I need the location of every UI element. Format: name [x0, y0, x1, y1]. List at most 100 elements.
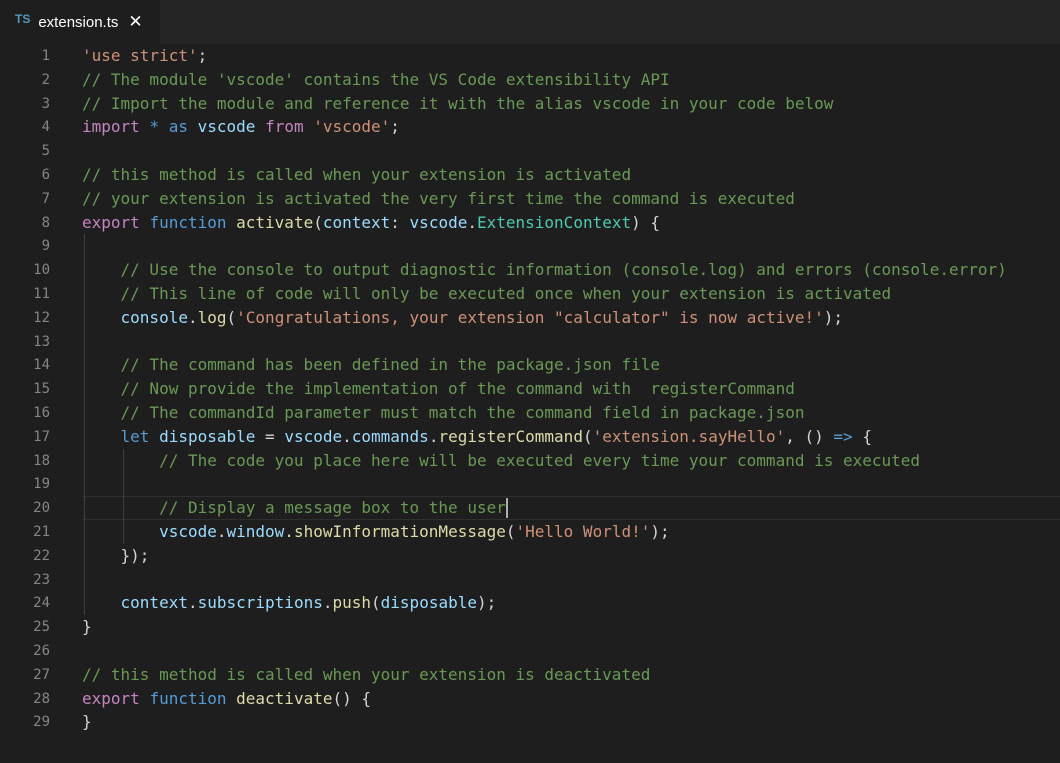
code-line[interactable]: 16 // The commandId parameter must match… — [0, 401, 1060, 425]
code-token: activate — [236, 212, 314, 232]
code-token: ( — [371, 593, 381, 613]
code-token: function — [149, 688, 227, 708]
code-token: // this method is called when your exten… — [82, 664, 651, 684]
code-line[interactable]: 25} — [0, 615, 1060, 639]
code-line[interactable]: 4 import * as vscode from 'vscode'; — [0, 115, 1060, 139]
code-line[interactable]: 22 }); — [0, 544, 1060, 568]
code-token: // this method is called when your exten… — [82, 165, 632, 184]
code-token: ( — [226, 307, 237, 327]
line-number: 21 — [33, 524, 50, 540]
code-token: = — [255, 426, 285, 446]
code-token: . — [428, 426, 439, 446]
code-line[interactable]: 26 — [0, 639, 1060, 663]
code-token: // your extension is activated the very … — [82, 188, 795, 208]
code-line[interactable]: 27 // this method is called when your ext… — [0, 663, 1060, 687]
code-line[interactable]: 29} — [0, 710, 1060, 734]
line-number: 12 — [33, 309, 50, 326]
code-text: // Now provide the implementation of the… — [82, 377, 795, 401]
code-token: export — [82, 688, 140, 708]
code-token: . — [284, 522, 294, 541]
line-number: 3 — [41, 95, 50, 112]
code-token: 'Congratulations, your extension "calcul… — [236, 307, 824, 327]
code-token: // The command has been defined in the p… — [120, 355, 660, 375]
code-line[interactable]: 6 // this method is called when your exte… — [0, 163, 1060, 187]
code-line[interactable]: 11 // This line of code will only be exe… — [0, 282, 1060, 306]
code-token: // Now provide the implementation of the… — [120, 379, 795, 399]
code-text: console.log('Congratulations, your exten… — [82, 306, 844, 330]
code-line[interactable]: 19 — [0, 472, 1060, 496]
line-number: 28 — [33, 690, 50, 707]
code-token: ); — [476, 593, 497, 613]
code-line[interactable]: 24 context.subscriptions.push(disposable… — [0, 591, 1060, 615]
code-editor[interactable]: 1 'use strict'; 2 // The module 'vscode' co… — [0, 44, 1060, 763]
code-line[interactable]: 7 // your extension is activated the very… — [0, 187, 1060, 211]
code-token: vscode — [159, 522, 217, 541]
code-token: // The commandId parameter must match th… — [120, 403, 805, 422]
code-token: context — [322, 212, 391, 232]
code-token: 'Hello World!' — [515, 522, 651, 541]
code-token: () { — [332, 688, 371, 708]
code-text: // Display a message box to the user — [82, 496, 506, 520]
indent-guide — [122, 448, 124, 544]
code-text: // The command has been defined in the p… — [82, 353, 660, 377]
code-line[interactable]: 10 // Use the console to output diagnost… — [0, 258, 1060, 282]
code-token: ( — [505, 522, 516, 541]
code-token: } — [82, 617, 92, 637]
code-line[interactable]: 2 // The module 'vscode' contains the VS … — [0, 68, 1060, 92]
code-line[interactable]: 23 — [0, 568, 1060, 592]
code-token: }); — [82, 545, 150, 565]
code-text: } — [82, 615, 92, 639]
line-number: 10 — [33, 262, 50, 279]
code-line[interactable]: 12 console.log('Congratulations, your ex… — [0, 306, 1060, 330]
close-icon[interactable]: ✕ — [128, 13, 142, 31]
code-token: commands — [351, 426, 429, 446]
code-text: // This line of code will only be execut… — [82, 282, 892, 306]
code-line[interactable]: 1 'use strict'; — [0, 44, 1060, 68]
code-line[interactable]: 20 // Display a message box to the user — [0, 496, 1060, 521]
code-text: vscode.window.showInformationMessage('He… — [82, 520, 670, 544]
line-number: 4 — [41, 119, 50, 136]
code-token: ); — [823, 307, 844, 327]
code-token: . — [342, 426, 352, 446]
text-cursor — [505, 498, 508, 519]
code-token: , () — [785, 426, 834, 446]
code-token: deactivate — [236, 688, 333, 708]
code-line[interactable]: 5 — [0, 139, 1060, 163]
code-line[interactable]: 8 export function activate(context: vscod… — [0, 211, 1060, 235]
line-number: 15 — [33, 381, 50, 398]
code-token: . — [187, 593, 198, 613]
line-number: 18 — [33, 452, 50, 469]
code-token: ; — [197, 46, 208, 65]
code-line[interactable]: 28 export function deactivate() { — [0, 687, 1060, 711]
code-line[interactable]: 21 vscode.window.showInformationMessage(… — [0, 520, 1060, 544]
code-text: }); — [82, 544, 150, 568]
code-text: // your extension is activated the very … — [82, 187, 795, 211]
code-text: import * as vscode from 'vscode'; — [82, 115, 400, 139]
line-number: 27 — [33, 666, 50, 683]
code-line[interactable]: 9 — [0, 234, 1060, 258]
tab-extension-ts[interactable]: TS extension.ts ✕ — [0, 0, 160, 44]
code-line[interactable]: 18 // The code you place here will be ex… — [0, 449, 1060, 473]
code-token: export — [82, 212, 140, 232]
code-line[interactable]: 14 // The command has been defined in th… — [0, 353, 1060, 377]
code-token: registerCommand — [438, 426, 583, 446]
line-number: 7 — [41, 190, 50, 207]
code-text: // Use the console to output diagnostic … — [82, 258, 1007, 282]
code-token: . — [467, 212, 477, 232]
code-line[interactable]: 17 let disposable = vscode.commands.regi… — [0, 425, 1060, 449]
code-token: . — [187, 307, 198, 327]
code-text: let disposable = vscode.commands.registe… — [82, 425, 872, 449]
code-line[interactable]: 15 // Now provide the implementation of … — [0, 377, 1060, 401]
line-number: 11 — [33, 286, 50, 302]
code-text: export function deactivate() { — [82, 687, 371, 711]
code-line[interactable]: 3 // Import the module and reference it w… — [0, 92, 1060, 116]
code-line[interactable]: 13 — [0, 330, 1060, 354]
